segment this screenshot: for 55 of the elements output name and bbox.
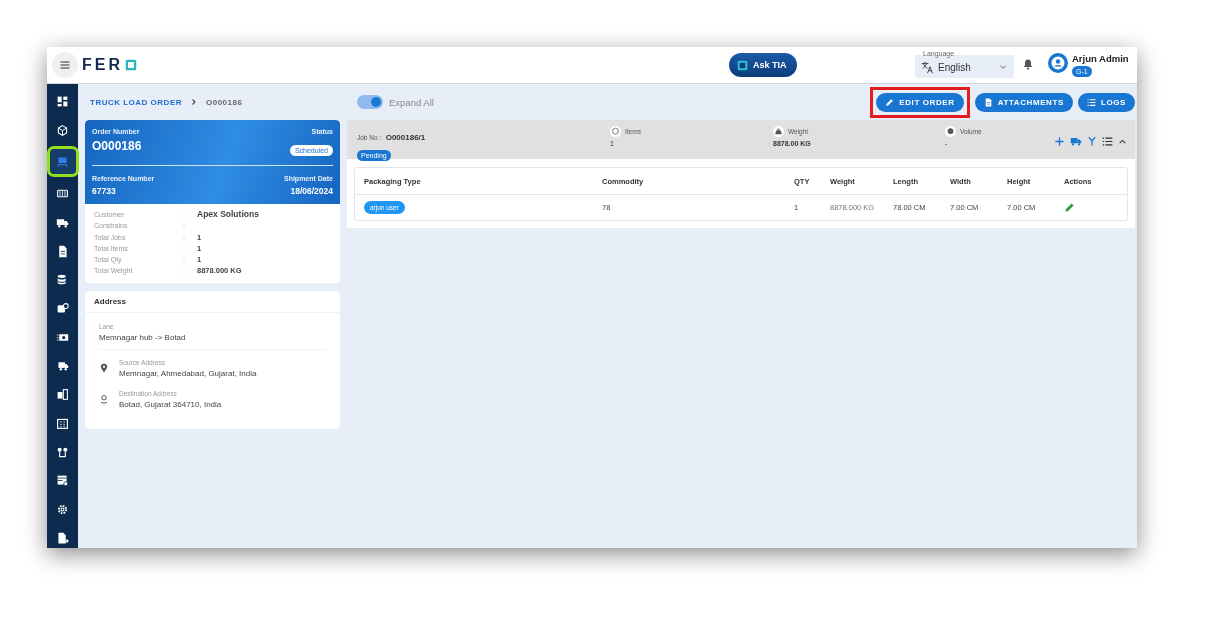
source-address: Memnagar, Ahmedabad, Gujarat, India	[119, 368, 257, 378]
logo-text: FER	[82, 56, 123, 74]
avatar-icon	[1048, 53, 1068, 73]
menu-icon	[59, 59, 71, 71]
translate-icon	[921, 60, 934, 74]
plus-icon	[1054, 135, 1065, 147]
box-icon	[610, 126, 621, 137]
pencil-icon	[885, 97, 895, 107]
sidebar-item[interactable]	[49, 149, 76, 175]
chat-icon	[737, 59, 748, 71]
document-icon	[983, 97, 993, 107]
expand-all-toggle[interactable]	[357, 95, 383, 109]
edit-row-button[interactable]	[1064, 202, 1075, 213]
destination-address: Botad, Gujarat 364710, India	[119, 399, 222, 409]
bell-icon	[1022, 58, 1034, 70]
breadcrumb-link[interactable]: TRUCK LOAD ORDER	[90, 97, 182, 107]
breadcrumb-current: O000186	[206, 97, 243, 107]
detail-value: Apex Solutions	[197, 209, 260, 221]
document-icon	[56, 244, 69, 258]
reference-number: 67733	[92, 185, 117, 197]
logo-icon	[125, 59, 137, 71]
cube-icon	[945, 126, 956, 137]
document-export-icon	[56, 531, 69, 545]
user-name: Arjun Admin	[1072, 53, 1129, 64]
merge-icon	[1087, 136, 1097, 146]
monitor-icon	[56, 155, 69, 169]
building-icon	[56, 416, 69, 430]
collapse-icon	[1118, 136, 1127, 146]
expand-all-label: Expand All	[389, 96, 434, 108]
table-gear-icon	[56, 474, 69, 488]
box-icon	[56, 123, 69, 137]
truck-icon	[1070, 135, 1082, 147]
database-icon	[56, 273, 69, 287]
tiles-icon	[56, 388, 69, 402]
chevron-right-icon	[190, 98, 198, 106]
menu-button[interactable]	[52, 52, 78, 78]
language-value: English	[938, 61, 972, 73]
ask-tia-button[interactable]: Ask TIA	[729, 53, 797, 77]
list-icon	[1102, 135, 1113, 147]
dashboard-icon	[56, 95, 69, 109]
fast-truck-icon	[56, 359, 69, 373]
gear-icon	[56, 503, 69, 517]
job-number: O000186/1	[385, 133, 426, 142]
address-title: Address	[85, 290, 340, 313]
attach-button[interactable]: ATTACHMENTS	[974, 92, 1073, 112]
lane-value: Memnagar hub -> Botad	[99, 332, 187, 342]
order-number: O000186	[92, 139, 143, 156]
pencil-icon	[1064, 202, 1075, 213]
weight-icon	[773, 126, 784, 137]
pin-icon	[99, 363, 109, 374]
route-icon	[56, 445, 69, 459]
list-icon	[1086, 97, 1096, 107]
shipment-date: 18/06/2024	[290, 185, 333, 197]
edit-button[interactable]: EDIT ORDER	[876, 92, 964, 112]
logs-button[interactable]: LOGS	[1077, 92, 1135, 112]
